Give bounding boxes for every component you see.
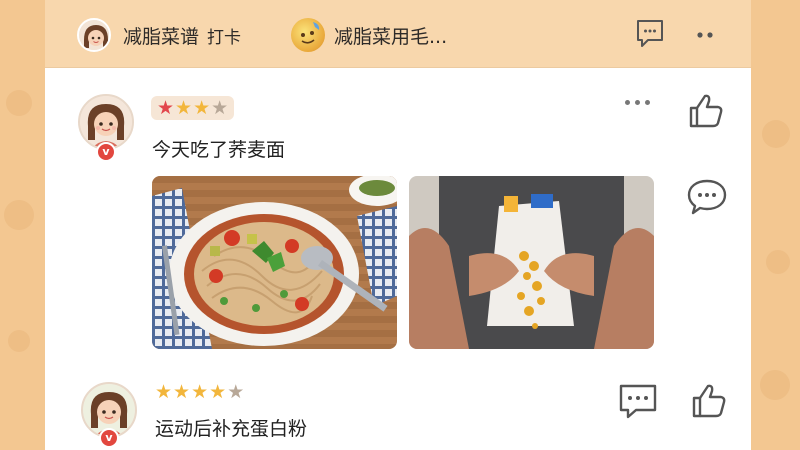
- post-text: 运动后补充蛋白粉: [155, 418, 308, 440]
- feed-card: v ★ ★ ★ ★ 今天吃了荞麦面 v ★ ★ ★ ★ ★ 运动后补充蛋白粉: [45, 68, 751, 450]
- star-filled-icon: ★: [191, 380, 209, 403]
- comment-button[interactable]: [617, 382, 659, 426]
- header-title: 减脂菜谱 打卡: [123, 22, 241, 49]
- post-text: 今天吃了荞麦面: [152, 139, 286, 161]
- like-button[interactable]: [685, 90, 727, 136]
- comment-button[interactable]: [685, 176, 729, 222]
- background-pattern: [6, 90, 32, 116]
- star-rating: ★ ★ ★ ★ ★: [155, 380, 244, 404]
- star-empty-icon: ★: [211, 96, 229, 119]
- group-avatar[interactable]: [77, 18, 111, 52]
- background-pattern: [762, 120, 790, 148]
- star-filled-icon: ★: [173, 380, 191, 403]
- header-subtitle: 打卡: [207, 28, 242, 48]
- like-button[interactable]: [688, 380, 730, 426]
- star-rating: ★ ★ ★ ★: [151, 96, 235, 120]
- star-filled-icon: ★: [209, 380, 227, 403]
- post-more-icon[interactable]: [625, 100, 650, 105]
- more-options-icon[interactable]: [695, 26, 717, 45]
- background-pattern: [8, 330, 30, 352]
- star-filled-icon: ★: [155, 380, 173, 403]
- chat-header: 减脂菜谱 打卡 减脂菜用毛...: [45, 0, 751, 68]
- verified-badge: v: [96, 142, 116, 162]
- emoji-avatar-icon[interactable]: [291, 18, 325, 52]
- person-holding-snack-bag-photo[interactable]: [409, 176, 654, 349]
- header-title-text: 减脂菜谱: [123, 26, 200, 48]
- verified-badge: v: [99, 428, 119, 448]
- background-pattern: [760, 370, 790, 400]
- star-filled-icon: ★: [175, 96, 193, 119]
- buckwheat-noodle-bowl-photo[interactable]: [152, 176, 397, 349]
- star-filled-icon: ★: [157, 96, 175, 119]
- star-filled-icon: ★: [193, 96, 211, 119]
- comment-icon[interactable]: [633, 16, 667, 54]
- header-title-secondary: 减脂菜用毛...: [334, 26, 448, 48]
- background-pattern: [766, 250, 790, 274]
- background-pattern: [4, 200, 34, 230]
- star-empty-icon: ★: [227, 380, 245, 403]
